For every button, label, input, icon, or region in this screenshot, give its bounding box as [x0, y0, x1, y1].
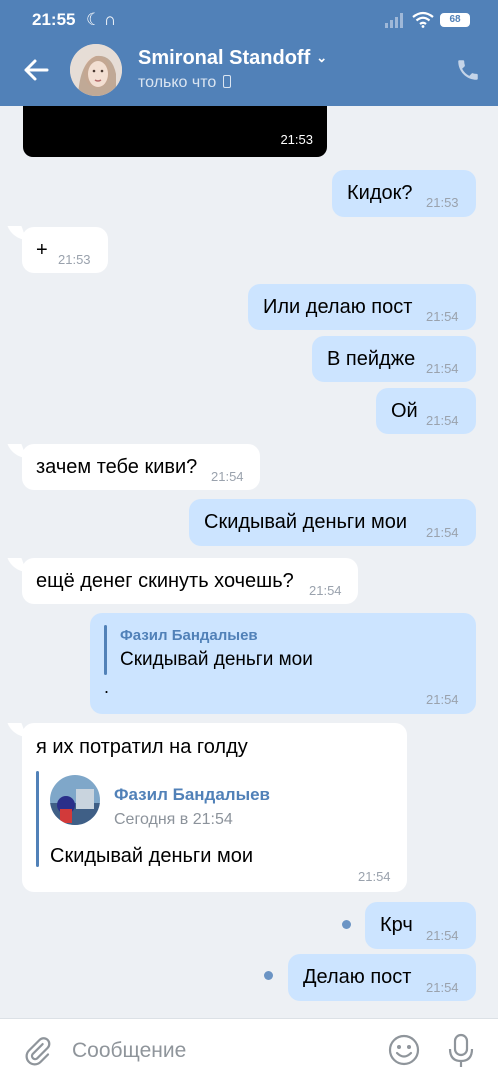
message-text: ещё денег скинуть хочешь? — [36, 570, 294, 592]
message-time: 21:53 — [58, 252, 91, 267]
message-time: 21:54 — [358, 869, 391, 884]
status-time: 21:55 — [32, 10, 76, 29]
message-time: 21:53 — [280, 132, 313, 147]
message-time: 21:54 — [426, 361, 459, 376]
forward-author-avatar[interactable] — [50, 775, 100, 825]
forward-text: Скидывай деньги мои — [50, 845, 253, 867]
unread-dot — [342, 920, 351, 929]
message-text: Делаю пост — [303, 966, 412, 988]
message-text: Скидывай деньги мои — [204, 511, 407, 533]
forward-date: Сегодня в 21:54 — [114, 811, 233, 828]
message-text: Кидок? — [347, 182, 413, 204]
microphone-icon[interactable] — [448, 1033, 474, 1069]
message-text: Ой — [391, 400, 418, 422]
outgoing-message[interactable]: Скидывай деньги мои 21:54 — [189, 499, 476, 546]
contact-name-text: Smironal Standoff — [138, 47, 311, 69]
incoming-message[interactable]: ещё денег скинуть хочешь? 21:54 — [22, 558, 358, 604]
status-bar: 21:55 ☾ ∩ 68 — [0, 0, 498, 40]
contact-avatar[interactable] — [70, 44, 122, 96]
phone-call-icon[interactable] — [455, 57, 481, 83]
chevron-down-icon[interactable]: ⌄ — [316, 50, 327, 66]
message-time: 21:53 — [426, 195, 459, 210]
unread-dot — [264, 971, 273, 980]
outgoing-message[interactable]: Крч 21:54 — [365, 902, 476, 949]
incoming-forwarded-message[interactable]: я их потратил на голду Фазил Бандалыев С… — [22, 723, 407, 892]
outgoing-message[interactable]: В пейдже 21:54 — [312, 336, 476, 382]
message-time: 21:54 — [426, 928, 459, 943]
message-time: 21:54 — [426, 309, 459, 324]
outgoing-message[interactable]: Кидок? 21:53 — [332, 170, 476, 217]
reply-quote-bar — [104, 625, 107, 675]
message-time: 21:54 — [426, 413, 459, 428]
message-time: 21:54 — [426, 980, 459, 995]
contact-status-text: только что — [138, 74, 217, 91]
message-time: 21:54 — [309, 583, 342, 598]
back-arrow-icon[interactable] — [22, 56, 50, 84]
message-text: я их потратил на голду — [36, 736, 248, 758]
reply-quoted-text: Скидывай деньги мои — [120, 649, 313, 670]
message-text: Крч — [380, 914, 413, 936]
battery-indicator: 68 — [440, 13, 470, 27]
message-input[interactable]: Сообщение — [72, 1039, 186, 1063]
message-text: зачем тебе киви? — [36, 456, 198, 478]
signal-icon — [385, 13, 403, 28]
forward-author-name[interactable]: Фазил Бандалыев — [114, 785, 270, 805]
outgoing-message[interactable]: Ой 21:54 — [376, 388, 476, 434]
headphones-icon: ∩ — [104, 10, 117, 29]
outgoing-reply-message[interactable]: Фазил Бандалыев Скидывай деньги мои . 21… — [90, 613, 476, 714]
forward-quote-bar — [36, 771, 39, 867]
emoji-icon[interactable] — [387, 1033, 421, 1067]
message-time: 21:54 — [426, 692, 459, 707]
mobile-icon — [223, 75, 232, 88]
incoming-message[interactable]: + 21:53 — [22, 227, 108, 273]
message-text: + — [36, 239, 48, 261]
moon-icon: ☾ — [86, 10, 102, 29]
video-message[interactable]: 21:53 — [23, 106, 327, 157]
message-time: 21:54 — [211, 469, 244, 484]
message-text: . — [104, 677, 110, 697]
contact-name[interactable]: Smironal Standoff ⌄ — [138, 47, 327, 70]
outgoing-message[interactable]: Делаю пост 21:54 — [288, 954, 476, 1001]
reply-author[interactable]: Фазил Бандалыев — [120, 627, 258, 644]
outgoing-message[interactable]: Или делаю пост 21:54 — [248, 284, 476, 330]
contact-status: только что — [138, 74, 232, 92]
incoming-message[interactable]: зачем тебе киви? 21:54 — [22, 444, 260, 490]
attach-paperclip-icon[interactable] — [22, 1035, 52, 1067]
message-list[interactable]: 21:53 Кидок? 21:53 + 21:53 Или делаю пос… — [0, 106, 498, 1018]
wifi-icon — [412, 11, 434, 28]
chat-header: 21:55 ☾ ∩ 68 Smironal Standoff ⌄ только … — [0, 0, 498, 106]
message-text: В пейдже — [327, 348, 416, 370]
message-time: 21:54 — [426, 525, 459, 540]
composer-bar: Сообщение — [0, 1018, 498, 1080]
message-text: Или делаю пост — [263, 296, 413, 318]
